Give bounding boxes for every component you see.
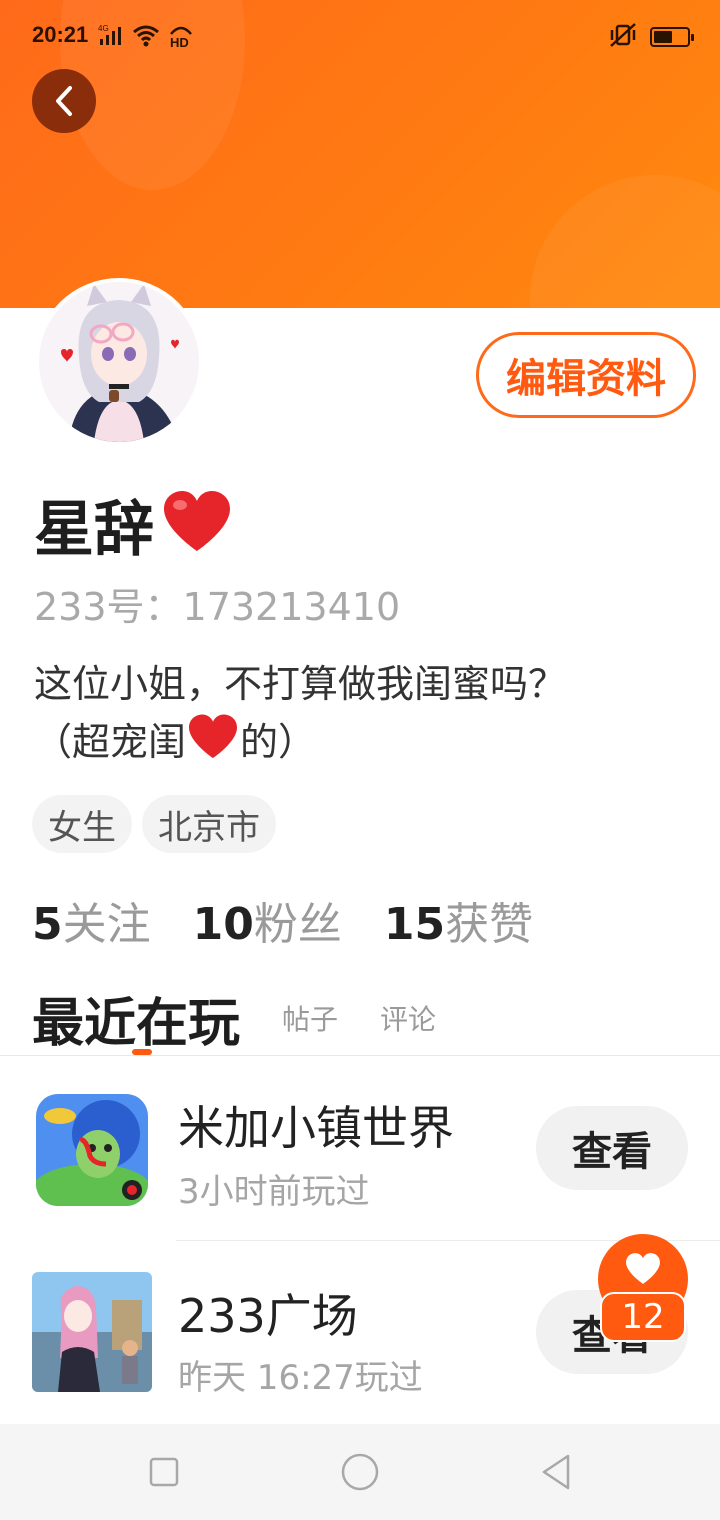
network-label: 4G — [98, 24, 109, 33]
triangle-back-icon — [542, 1454, 570, 1490]
gender-tag: 女生 — [32, 795, 132, 853]
back-nav-button[interactable] — [532, 1448, 580, 1496]
vibrate-icon — [608, 22, 638, 52]
list-item[interactable]: 米加小镇世界 3小时前玩过 查看 — [0, 1080, 720, 1240]
stat-likes-count: 15 — [383, 899, 446, 950]
system-nav-bar — [0, 1424, 720, 1520]
status-time: 20:21 — [32, 22, 89, 47]
hd-icon: HD — [168, 22, 194, 52]
bio-line-1: 这位小姐，不打算做我闺蜜吗？ — [34, 662, 567, 706]
game-title: 233广场 — [178, 1289, 358, 1343]
stat-followers[interactable]: 10 粉丝 — [193, 888, 342, 952]
avatar[interactable] — [35, 278, 203, 446]
chevron-left-icon — [56, 86, 72, 116]
recent-apps-button[interactable] — [140, 1448, 188, 1496]
heart-icon — [626, 1253, 660, 1284]
like-count-badge: 12 — [600, 1292, 686, 1342]
game-last-played: 3小时前玩过 — [178, 1172, 370, 1212]
signal-icon: 4G — [98, 23, 124, 51]
user-id: 233号：173213410 — [34, 585, 401, 629]
heart-icon — [160, 489, 234, 559]
divider — [0, 1055, 720, 1056]
status-bar: 20:21 4G HD — [0, 20, 720, 56]
tab-recently-played[interactable]: 最近在玩 — [32, 981, 240, 1056]
circle-icon — [341, 1453, 379, 1491]
profile-name-row: 星辞 — [34, 484, 234, 565]
stat-likes[interactable]: 15 获赞 — [384, 888, 533, 952]
bio-line-2-end: 的） — [240, 720, 317, 764]
status-icons-left: 4G HD — [98, 22, 194, 52]
tab-posts[interactable]: 帖子 — [282, 998, 338, 1038]
profile-tabs: 最近在玩 帖子 评论 — [32, 978, 436, 1058]
avatar-illustration — [39, 282, 199, 442]
home-button[interactable] — [336, 1448, 384, 1496]
profile-name: 星辞 — [34, 494, 154, 565]
stat-following-count: 5 — [32, 899, 63, 950]
edit-profile-button[interactable]: 编辑资料 — [476, 332, 696, 418]
tab-comments[interactable]: 评论 — [380, 998, 436, 1038]
profile-stats: 5 关注 10 粉丝 15 获赞 — [32, 888, 575, 952]
stat-followers-label: 粉丝 — [253, 899, 342, 950]
wifi-icon — [132, 23, 160, 51]
battery-icon — [650, 27, 694, 47]
back-button[interactable] — [32, 69, 96, 133]
hd-label: HD — [170, 35, 189, 48]
square-icon — [149, 1457, 179, 1487]
stat-following[interactable]: 5 关注 — [32, 888, 151, 952]
game-icon-toca — [36, 1094, 148, 1206]
view-button[interactable]: 查看 — [536, 1106, 688, 1190]
location-tag: 北京市 — [142, 795, 276, 853]
profile-tags: 女生 北京市 — [32, 795, 276, 853]
stat-likes-label: 获赞 — [445, 899, 534, 950]
stat-followers-count: 10 — [192, 899, 254, 950]
game-icon-plaza — [32, 1272, 152, 1392]
game-title: 米加小镇世界 — [178, 1101, 454, 1155]
banner-decoration — [530, 175, 720, 308]
status-icons-right — [608, 22, 694, 52]
stat-following-label: 关注 — [62, 899, 151, 950]
game-last-played: 昨天 16:27玩过 — [178, 1358, 423, 1398]
profile-bio: 这位小姐，不打算做我闺蜜吗？ （超宠闺 的） — [34, 655, 674, 777]
profile-header-banner: 20:21 4G HD — [0, 0, 720, 308]
heart-icon — [186, 713, 240, 777]
bio-line-2-start: （超宠闺 — [34, 720, 187, 764]
